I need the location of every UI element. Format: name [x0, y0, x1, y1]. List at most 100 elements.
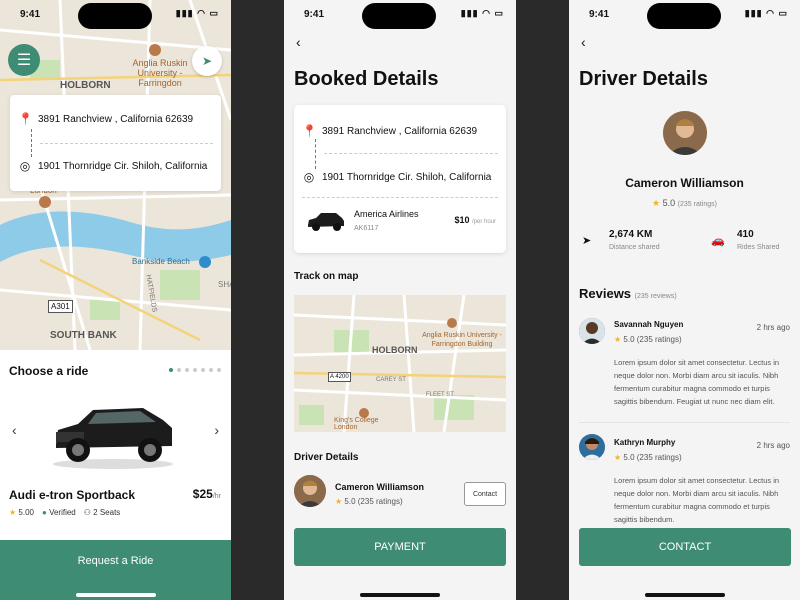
distance-value: 2,674 KM	[609, 229, 653, 240]
to-row: ◎ 1901 Thornridge Cir. Shiloh, Californi…	[302, 170, 498, 184]
map-label-university: Anglia Ruskin University - Farringdon Bu…	[422, 332, 502, 348]
reviews-heading: Reviews	[579, 286, 632, 301]
car-name: Audi e-tron Sportback	[9, 488, 136, 502]
driver-name: Cameron Williamson	[335, 482, 424, 492]
back-chevron-icon[interactable]: ‹	[296, 34, 301, 50]
route-card: 📍 3891 Ranchview , California 62639 ◎ 19…	[10, 95, 221, 191]
map-pin-icon: 📍	[18, 112, 33, 126]
choose-ride-screen: 9:41 ▮▮▮ ◠ ▭ HOLBORN Anglia Ruskin Unive…	[0, 0, 231, 600]
driver-avatar[interactable]	[294, 475, 326, 507]
reviewer-rating: ★ 5.0 (235 ratings)	[614, 335, 682, 344]
reviewer-name: Savannah Nguyen	[614, 320, 684, 329]
contact-driver-button[interactable]: Contact	[464, 482, 506, 506]
target-icon: ◎	[303, 170, 315, 184]
home-indicator[interactable]	[75, 593, 156, 597]
map-label-a4200: A 4200	[328, 372, 351, 382]
price-value: $25	[192, 487, 213, 501]
status-time: 9:41	[589, 9, 610, 20]
airline-name: America Airlines	[354, 209, 419, 219]
carousel-dot[interactable]	[201, 368, 205, 372]
driver-ratings-count: (235 ratings)	[677, 201, 717, 208]
airline-info: America Airlines AK6117	[354, 209, 419, 232]
notch	[362, 3, 436, 29]
driver-avatar	[663, 111, 707, 155]
driver-rating-text: 5.0 (235 ratings)	[344, 497, 403, 506]
request-ride-button[interactable]: Request a Ride	[0, 540, 231, 600]
next-car-chevron-icon[interactable]: ›	[214, 422, 219, 438]
map-label-sha: SHA	[218, 280, 231, 289]
verified-label: Verified	[49, 508, 76, 517]
contact-button[interactable]: CONTACT	[579, 528, 791, 566]
car-icon: 🚗	[711, 235, 725, 247]
driver-rating-value: 5.0	[662, 198, 676, 208]
status-time: 9:41	[304, 9, 325, 20]
rides-value: 410	[737, 229, 754, 240]
map-pin-icon: 📍	[302, 124, 317, 138]
carousel-dots[interactable]	[169, 368, 221, 372]
choose-ride-title: Choose a ride	[9, 364, 89, 378]
from-row[interactable]: 📍 3891 Ranchview , California 62639	[18, 112, 213, 126]
carousel-dot[interactable]	[209, 368, 213, 372]
car-meta: ★ 5.00 ● Verified ⚇ 2 Seats	[9, 508, 120, 517]
driver-rating: ★ 5.0 (235 ratings)	[569, 198, 800, 209]
carousel-dot[interactable]	[169, 368, 173, 372]
map-label-carey-st: CAREY ST	[376, 377, 406, 383]
map-graphic	[294, 295, 506, 432]
status-bar: 9:41 ▮▮▮ ◠ ▭	[569, 0, 800, 30]
track-map[interactable]: Anglia Ruskin University - Farringdon Bu…	[294, 295, 506, 432]
review-divider	[579, 422, 790, 423]
map-label-south-bank: SOUTH BANK	[50, 330, 117, 341]
star-icon: ★	[335, 497, 343, 506]
to-row[interactable]: ◎ 1901 Thornridge Cir. Shiloh, Californi…	[18, 159, 213, 173]
reviewer-rating-text: 5.0 (235 ratings)	[623, 335, 682, 344]
carousel-dot[interactable]	[217, 368, 221, 372]
booking-card: 📍 3891 Ranchview , California 62639 ◎ 19…	[294, 105, 506, 253]
booked-details-screen: 9:41 ▮▮▮ ◠ ▭ ‹ Booked Details 📍 3891 Ran…	[284, 0, 516, 600]
reviewer-rating: ★ 5.0 (235 ratings)	[614, 453, 682, 462]
page-title: Driver Details	[579, 68, 708, 90]
fare-value: $10	[454, 215, 470, 225]
route-divider	[324, 153, 498, 154]
driver-details-title: Driver Details	[294, 452, 359, 463]
track-on-map-title: Track on map	[294, 271, 359, 282]
map-label-fleet-st: FLEET ST	[426, 392, 454, 398]
review-text: Lorem ipsum dolor sit amet consectetur. …	[614, 358, 780, 406]
price-unit: /hr	[212, 493, 221, 500]
car-image	[48, 398, 178, 470]
map-label-a301: A301	[48, 300, 73, 313]
card-divider	[302, 197, 498, 198]
from-address: 3891 Ranchview , California 62639	[322, 125, 478, 137]
reviewer-rating-text: 5.0 (235 ratings)	[623, 453, 682, 462]
home-indicator[interactable]	[644, 593, 725, 597]
car-rating: 5.00	[18, 508, 34, 517]
star-icon: ★	[652, 198, 661, 208]
home-indicator[interactable]	[360, 593, 440, 597]
menu-button[interactable]: ☰	[8, 44, 40, 76]
prev-car-chevron-icon[interactable]: ‹	[12, 422, 17, 438]
navigation-arrow-icon: ➤	[201, 54, 213, 68]
carousel-dot[interactable]	[193, 368, 197, 372]
airline-code: AK6117	[354, 225, 379, 232]
carousel-dot[interactable]	[185, 368, 189, 372]
verified-icon: ●	[41, 508, 47, 517]
carousel-dot[interactable]	[177, 368, 181, 372]
from-address: 3891 Ranchview , California 62639	[38, 113, 194, 125]
star-icon: ★	[614, 453, 622, 462]
map-label-bankside: Bankside Beach	[132, 257, 190, 266]
reviewer-name: Kathryn Murphy	[614, 438, 676, 447]
payment-button[interactable]: PAYMENT	[294, 528, 506, 566]
navigation-arrow-icon: ➤	[582, 235, 592, 247]
seats-label: 2 Seats	[93, 508, 121, 517]
status-icons: ▮▮▮ ◠ ▭	[744, 8, 788, 18]
back-chevron-icon[interactable]: ‹	[581, 34, 586, 50]
map-label-kings-college: King's College London	[334, 417, 379, 431]
target-icon: ◎	[19, 159, 31, 173]
hamburger-icon: ☰	[16, 52, 32, 69]
map-label-holborn: HOLBORN	[372, 345, 418, 355]
route-connector	[31, 129, 32, 157]
reviews-title: Reviews (235 reviews)	[579, 286, 677, 301]
page-title: Booked Details	[294, 68, 439, 90]
locate-button[interactable]: ➤	[192, 46, 222, 76]
route-connector	[315, 139, 316, 169]
driver-name: Cameron Williamson	[625, 176, 744, 190]
